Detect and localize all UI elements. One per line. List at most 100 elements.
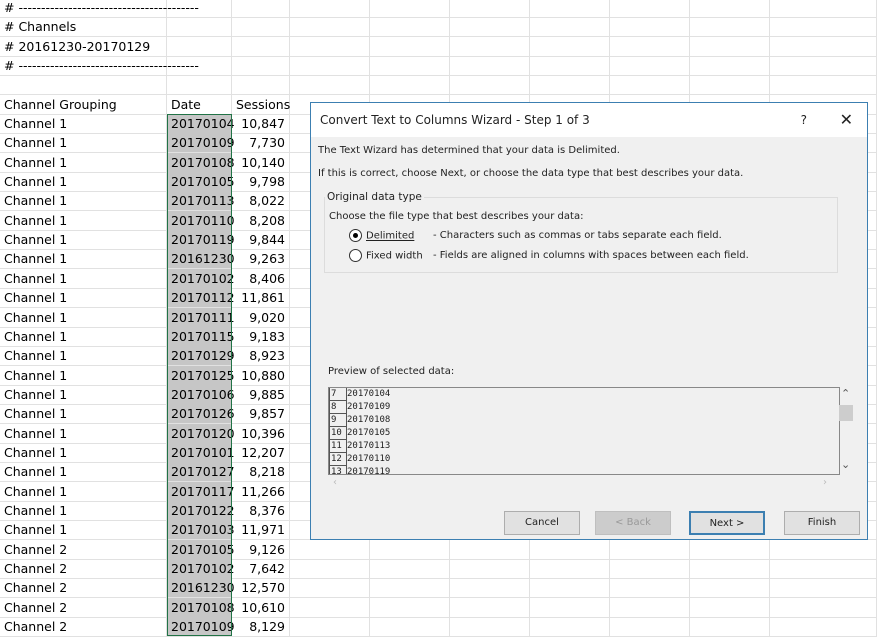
cell[interactable] [232,75,290,94]
cell[interactable] [530,37,610,56]
close-icon[interactable]: ✕ [840,103,853,137]
data-preview[interactable]: 7 20170104 8 20170109 9 20170108 10 20170105 11 2… [328,387,840,475]
cell[interactable]: 20170102 [167,559,235,579]
cell[interactable]: Channel 1 [0,288,167,308]
cancel-button[interactable]: Cancel [504,511,580,535]
cell[interactable] [690,559,770,579]
cell[interactable]: Channel 1 [0,365,167,385]
cell[interactable] [530,578,610,598]
cell[interactable] [370,56,450,75]
cell[interactable] [690,617,770,637]
vertical-scrollbar-thumb[interactable] [839,405,853,421]
cell[interactable]: 20170101 [167,442,235,462]
cell[interactable]: Channel 1 [0,481,167,501]
cell[interactable] [610,597,690,617]
cell[interactable] [290,37,370,56]
cell[interactable] [290,75,370,94]
cell[interactable] [370,75,450,94]
cell[interactable]: Channel 1 [0,191,167,211]
cell[interactable]: 11,971 [232,520,290,540]
cell[interactable]: Channel 1 [0,210,167,230]
cell[interactable]: Channel 1 [0,307,167,327]
cell[interactable]: Channel 1 [0,404,167,424]
scroll-left-icon[interactable]: ‹ [333,477,337,488]
cell[interactable]: 10,880 [232,365,290,385]
cell[interactable] [770,75,877,94]
cell[interactable] [167,75,232,94]
cell[interactable] [690,0,770,17]
cell[interactable] [690,75,770,94]
cell[interactable]: 20170125 [167,365,235,385]
cell[interactable] [450,56,530,75]
cell[interactable]: 20161230 [167,249,235,269]
cell[interactable]: 20170102 [167,268,235,288]
cell[interactable]: 20170108 [167,152,235,172]
cell[interactable] [610,617,690,637]
cell[interactable] [167,56,232,75]
scroll-down-icon[interactable]: ⌄ [841,458,850,471]
cell[interactable] [370,578,450,598]
cell[interactable]: Channel 1 [0,152,167,172]
cell[interactable]: 20170105 [167,172,235,192]
cell[interactable] [610,539,690,559]
radio-delimited[interactable]: Delimited [349,229,414,242]
cell[interactable]: # Channels [0,17,167,36]
cell[interactable]: Date [167,95,232,114]
finish-button[interactable]: Finish [784,511,860,535]
cell[interactable] [167,37,232,56]
cell[interactable]: 9,885 [232,384,290,404]
cell[interactable]: Channel 1 [0,326,167,346]
cell[interactable]: 20170110 [167,210,235,230]
cell[interactable]: 11,266 [232,481,290,501]
cell[interactable]: 10,847 [232,114,290,133]
cell[interactable] [290,617,370,637]
cell[interactable]: Channel 1 [0,133,167,153]
cell[interactable]: Channel 2 [0,617,167,637]
cell[interactable]: 20170103 [167,520,235,540]
cell[interactable] [370,539,450,559]
cell[interactable]: # 20161230-20170129 [0,37,167,56]
cell[interactable] [770,617,877,637]
cell[interactable]: Channel 1 [0,384,167,404]
cell[interactable] [690,17,770,36]
cell[interactable]: 20170129 [167,346,235,366]
cell[interactable]: 9,263 [232,249,290,269]
back-button[interactable]: < Back [595,511,671,535]
cell[interactable]: Channel 2 [0,578,167,598]
cell[interactable]: Channel 1 [0,114,167,133]
cell[interactable] [370,37,450,56]
cell[interactable]: 20170109 [167,617,235,637]
cell[interactable] [610,578,690,598]
cell[interactable]: 20170127 [167,462,235,482]
cell[interactable]: 20161230 [167,578,235,598]
cell[interactable]: 9,126 [232,539,290,559]
cell[interactable] [290,578,370,598]
cell[interactable]: 20170117 [167,481,235,501]
cell[interactable] [530,617,610,637]
cell[interactable] [370,617,450,637]
cell[interactable]: # --------------------------------------… [0,56,199,75]
cell[interactable] [770,17,877,36]
cell[interactable] [450,37,530,56]
cell[interactable] [770,37,877,56]
cell[interactable] [690,56,770,75]
cell[interactable]: 20170113 [167,191,235,211]
cell[interactable]: 9,798 [232,172,290,192]
cell[interactable] [232,17,290,36]
cell[interactable]: Channel 1 [0,462,167,482]
cell[interactable]: 7,642 [232,559,290,579]
cell[interactable]: Channel 2 [0,559,167,579]
cell[interactable]: 12,570 [232,578,290,598]
cell[interactable] [450,597,530,617]
cell[interactable]: 20170120 [167,423,235,443]
cell[interactable] [290,559,370,579]
cell[interactable] [610,75,690,94]
cell[interactable]: 8,218 [232,462,290,482]
cell[interactable]: Channel 1 [0,501,167,520]
cell[interactable] [690,578,770,598]
cell[interactable] [530,0,610,17]
cell[interactable] [530,597,610,617]
radio-unselected-icon[interactable] [349,249,362,262]
cell[interactable]: 10,140 [232,152,290,172]
cell[interactable] [290,17,370,36]
